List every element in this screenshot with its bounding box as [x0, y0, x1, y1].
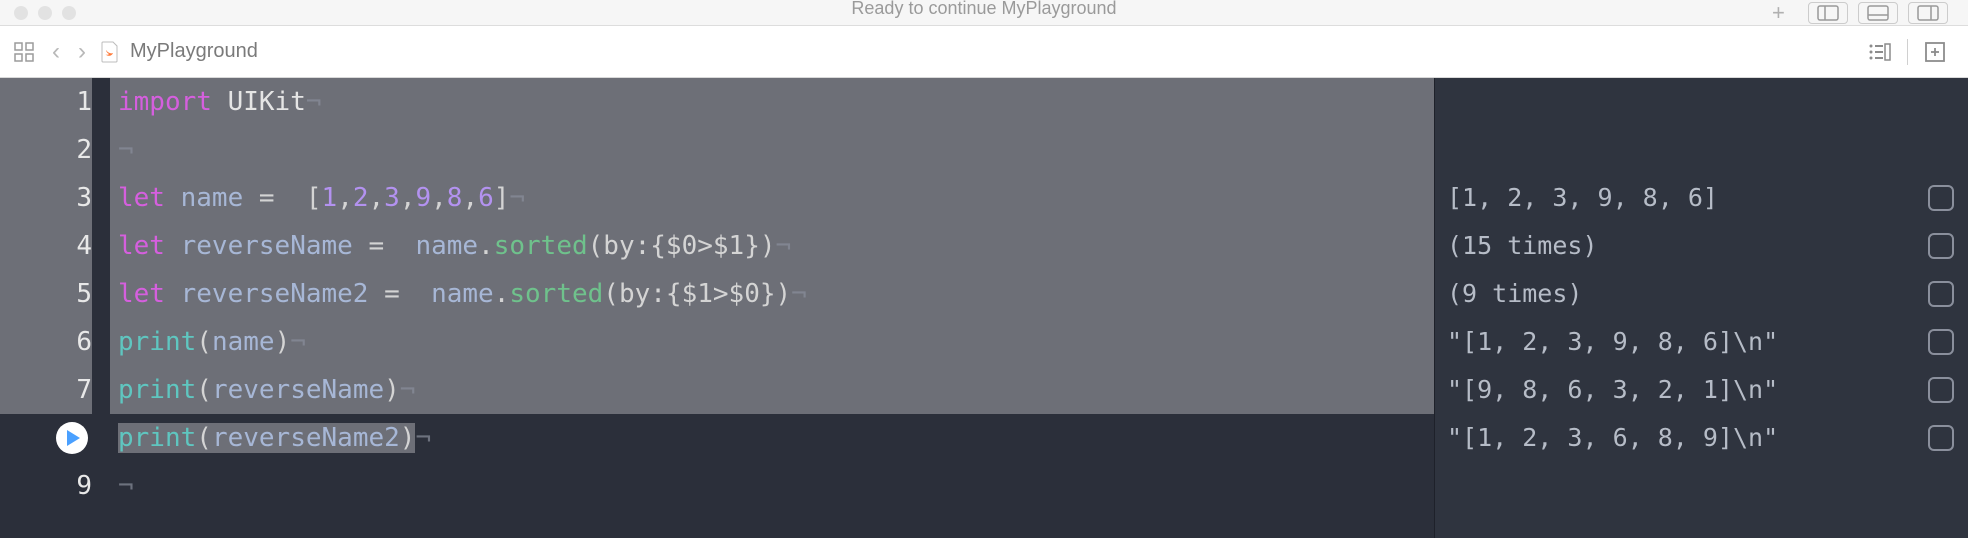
results-sidebar: [1, 2, 3, 9, 8, 6](15 times)(9 times)"[1… [1434, 78, 1968, 538]
code-pane[interactable]: 123456789 import UIKit¬¬let name = [1,2,… [0, 78, 1434, 538]
nav-back-button[interactable]: ‹ [48, 38, 64, 66]
gutter-line[interactable]: 9 [0, 462, 92, 510]
document-name[interactable]: MyPlayground [130, 40, 258, 63]
play-icon [67, 430, 80, 446]
gutter-line[interactable]: 2 [0, 126, 92, 174]
editor-area: 123456789 import UIKit¬¬let name = [1,2,… [0, 78, 1968, 538]
result-text: "[1, 2, 3, 6, 8, 9]\n" [1447, 414, 1928, 462]
panel-button-1[interactable] [1808, 2, 1848, 24]
result-row: "[1, 2, 3, 6, 8, 9]\n" [1435, 414, 1968, 462]
result-row: "[1, 2, 3, 9, 8, 6]\n" [1435, 318, 1968, 366]
titlebar-right-controls: + [1772, 0, 1968, 26]
result-row [1435, 126, 1968, 174]
navigation-toolbar: ‹ › MyPlayground [0, 26, 1968, 78]
gutter-line[interactable]: 8 [0, 414, 92, 462]
result-row [1435, 462, 1968, 510]
quicklook-button[interactable] [1928, 377, 1954, 403]
code-line[interactable]: let name = [1,2,3,9,8,6]¬ [110, 174, 1434, 222]
swift-file-icon [100, 41, 120, 63]
code-line[interactable]: let reverseName2 = name.sorted(by:{$1>$0… [110, 270, 1434, 318]
traffic-lights [0, 6, 76, 20]
nav-forward-button[interactable]: › [74, 38, 90, 66]
panel-button-2[interactable] [1858, 2, 1898, 24]
close-window-button[interactable] [14, 6, 28, 20]
gutter-line[interactable]: 7 [0, 366, 92, 414]
related-items-icon[interactable] [10, 38, 38, 66]
result-text: [1, 2, 3, 9, 8, 6] [1447, 174, 1928, 222]
quicklook-button[interactable] [1928, 281, 1954, 307]
result-text: "[9, 8, 6, 3, 2, 1]\n" [1447, 366, 1928, 414]
code-line[interactable]: print(reverseName2)¬ [110, 414, 1434, 462]
code-line[interactable]: ¬ [110, 462, 1434, 510]
run-line-button[interactable] [56, 422, 88, 454]
outline-list-icon[interactable] [1867, 39, 1893, 65]
add-tab-button[interactable]: + [1772, 0, 1798, 26]
code-line[interactable]: print(reverseName)¬ [110, 366, 1434, 414]
window-titlebar: Ready to continue MyPlayground + [0, 0, 1968, 26]
result-row: "[9, 8, 6, 3, 2, 1]\n" [1435, 366, 1968, 414]
toolbar-separator [1907, 39, 1908, 65]
gutter-line[interactable]: 5 [0, 270, 92, 318]
quicklook-button[interactable] [1928, 425, 1954, 451]
code-column[interactable]: import UIKit¬¬let name = [1,2,3,9,8,6]¬l… [110, 78, 1434, 538]
result-row: (15 times) [1435, 222, 1968, 270]
add-editor-icon[interactable] [1922, 39, 1948, 65]
quicklook-button[interactable] [1928, 329, 1954, 355]
quicklook-button[interactable] [1928, 233, 1954, 259]
zoom-window-button[interactable] [62, 6, 76, 20]
quicklook-button[interactable] [1928, 185, 1954, 211]
code-line[interactable]: print(name)¬ [110, 318, 1434, 366]
minimize-window-button[interactable] [38, 6, 52, 20]
result-text: (15 times) [1447, 222, 1928, 270]
panel-button-3[interactable] [1908, 2, 1948, 24]
result-text: (9 times) [1447, 270, 1928, 318]
gutter-line[interactable]: 3 [0, 174, 92, 222]
gutter[interactable]: 123456789 [0, 78, 110, 538]
result-row [1435, 78, 1968, 126]
gutter-line[interactable]: 1 [0, 78, 92, 126]
code-line[interactable]: import UIKit¬ [110, 78, 1434, 126]
gutter-line[interactable]: 4 [0, 222, 92, 270]
code-line[interactable]: ¬ [110, 126, 1434, 174]
result-row: (9 times) [1435, 270, 1968, 318]
gutter-line[interactable]: 6 [0, 318, 92, 366]
result-row: [1, 2, 3, 9, 8, 6] [1435, 174, 1968, 222]
result-text: "[1, 2, 3, 9, 8, 6]\n" [1447, 318, 1928, 366]
code-line[interactable]: let reverseName = name.sorted(by:{$0>$1}… [110, 222, 1434, 270]
status-text: Ready to continue MyPlayground [851, 0, 1116, 19]
